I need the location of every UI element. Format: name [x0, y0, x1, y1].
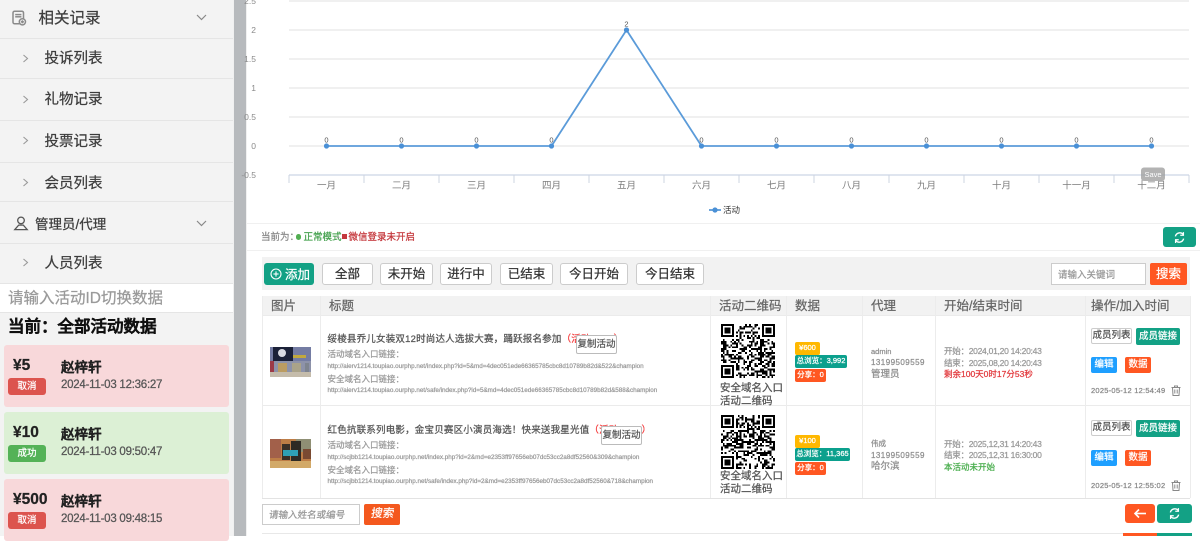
svg-text:-0.5: -0.5: [241, 170, 256, 180]
svg-text:0: 0: [549, 136, 553, 145]
svg-text:九月: 九月: [917, 180, 936, 192]
svg-text:三月: 三月: [467, 181, 486, 192]
svg-text:0: 0: [999, 136, 1003, 145]
svg-text:六月: 六月: [692, 180, 711, 192]
svg-text:2: 2: [251, 25, 256, 35]
svg-text:Save: Save: [1144, 170, 1161, 179]
svg-text:0: 0: [1074, 136, 1078, 145]
svg-text:0: 0: [1149, 136, 1153, 145]
svg-text:2: 2: [624, 20, 628, 29]
svg-text:0: 0: [849, 136, 853, 145]
svg-text:七月: 七月: [767, 181, 786, 192]
svg-text:1: 1: [251, 83, 256, 93]
svg-text:八月: 八月: [842, 181, 861, 192]
svg-text:活动: 活动: [723, 205, 741, 215]
svg-text:0: 0: [324, 136, 328, 145]
svg-text:2.5: 2.5: [244, 0, 256, 6]
svg-text:1.5: 1.5: [244, 54, 256, 64]
svg-text:十二月: 十二月: [1137, 180, 1166, 192]
svg-text:0: 0: [924, 136, 928, 145]
svg-text:0: 0: [774, 136, 778, 145]
svg-text:一月: 一月: [317, 181, 336, 192]
svg-text:0.5: 0.5: [244, 112, 256, 122]
svg-text:0: 0: [399, 136, 403, 145]
svg-text:四月: 四月: [542, 181, 561, 192]
svg-text:十月: 十月: [992, 180, 1011, 192]
svg-text:0: 0: [699, 136, 703, 145]
svg-text:0: 0: [251, 141, 256, 151]
svg-text:十一月: 十一月: [1062, 180, 1091, 192]
svg-text:0: 0: [474, 136, 478, 145]
svg-text:五月: 五月: [617, 181, 636, 192]
svg-text:二月: 二月: [392, 181, 411, 192]
